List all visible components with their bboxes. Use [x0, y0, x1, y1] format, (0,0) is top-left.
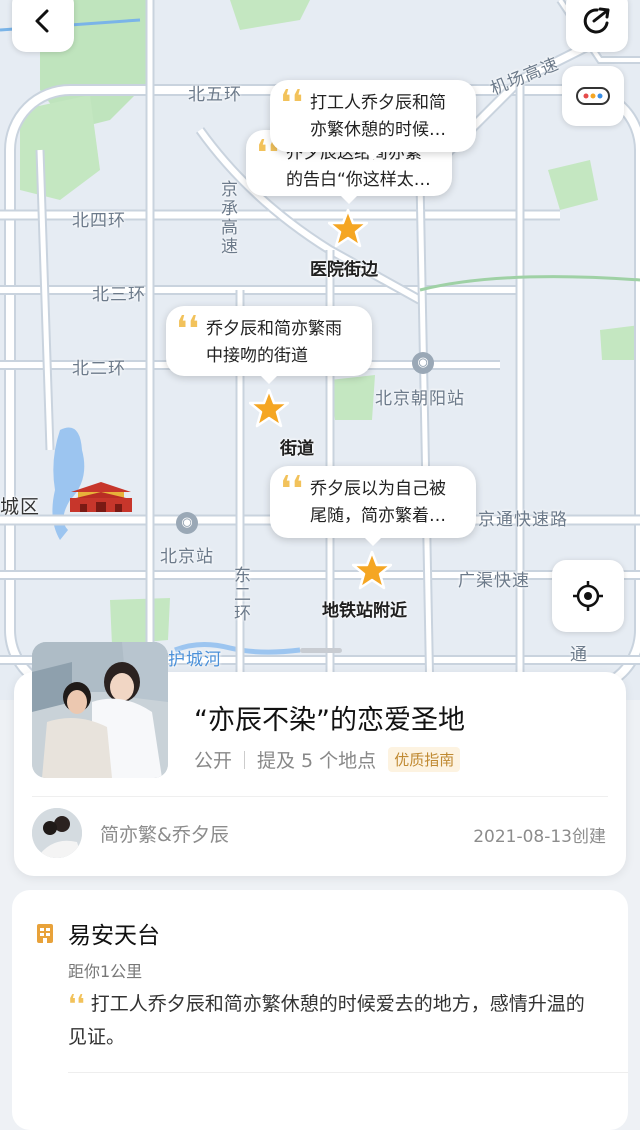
- back-button[interactable]: [12, 0, 74, 52]
- place-divider: [68, 1072, 628, 1073]
- quality-badge: 优质指南: [388, 747, 461, 772]
- poi-bubble-text: 打工人乔夕辰和简亦繁休憩的时候…: [310, 93, 446, 140]
- poi-bubble-text: 乔夕辰以为自己被尾随，简亦繁着…: [310, 479, 446, 526]
- guide-card[interactable]: “亦辰不染”的恋爱圣地 公开 提及 5 个地点 优质指南 简亦繁&乔夕辰 202…: [14, 642, 626, 876]
- place-description-block: ❛❛ 打工人乔夕辰和简亦繁休憩的时候爱去的地方，感情升温的见证。: [68, 988, 598, 1053]
- drag-handle[interactable]: [300, 648, 342, 653]
- guide-meta: 公开 提及 5 个地点 优质指南: [194, 746, 461, 773]
- map-label-north2: 北二环: [72, 359, 126, 379]
- quote-icon: ❛❛: [176, 309, 200, 350]
- locate-button[interactable]: [552, 560, 624, 632]
- meta-separator: [244, 750, 246, 769]
- map-label-north5: 北五环: [188, 85, 242, 105]
- guide-visibility: 公开: [194, 750, 233, 772]
- poi-bubble-subway[interactable]: ❛❛ 乔夕辰以为自己被尾随，简亦繁着…: [270, 466, 476, 546]
- place-description: 打工人乔夕辰和简亦繁休憩的时候爱去的地方，感情升温的见证。: [68, 993, 585, 1048]
- poi-name-hospital: 医院街边: [310, 260, 378, 280]
- locate-icon: [573, 581, 603, 611]
- share-icon: [583, 7, 610, 34]
- poi-bubble-text: 乔夕辰和简亦繁雨中接吻的街道: [206, 319, 342, 366]
- map-label-moat: 护城河: [168, 650, 222, 670]
- guide-cover-image: [32, 642, 168, 778]
- poi-bubble-street[interactable]: ❛❛ 乔夕辰和简亦繁雨中接吻的街道: [166, 306, 372, 384]
- station-icon: ◉: [412, 352, 434, 374]
- map-label-north4: 北四环: [72, 211, 126, 231]
- poi-name-street: 街道: [280, 439, 314, 459]
- map-label-beijing-station: 北京站: [160, 547, 214, 567]
- map-label-jingcheng-expressway: 京承高速: [217, 180, 237, 256]
- quote-icon: ❛❛: [280, 83, 304, 124]
- quote-icon: ❛❛: [68, 990, 85, 1020]
- tiananmen-landmark-icon: [66, 480, 136, 514]
- more-dots-icon: [576, 87, 610, 105]
- card-divider: [32, 796, 608, 797]
- author-name[interactable]: 简亦繁&乔夕辰: [100, 820, 229, 847]
- poi-name-subway: 地铁站附近: [322, 601, 407, 621]
- map-label-guangqu-expressway: 广渠快速: [458, 571, 530, 591]
- poi-star-hospital-icon[interactable]: [328, 208, 368, 248]
- guide-title: “亦辰不染”的恋爱圣地: [194, 705, 465, 736]
- chevron-left-icon: [35, 9, 49, 33]
- poi-star-street-icon[interactable]: [249, 388, 289, 428]
- poi-bubble-yian[interactable]: ❛❛ 打工人乔夕辰和简亦繁休憩的时候…: [270, 80, 476, 160]
- station-icon: ◉: [176, 512, 198, 534]
- map-label-east2: 东二环: [230, 566, 250, 623]
- share-button[interactable]: [566, 0, 628, 52]
- map-label-tong: 通: [570, 645, 588, 665]
- map-label-district: 城区: [0, 496, 41, 518]
- author-avatar[interactable]: [32, 808, 82, 858]
- place-distance: 距你1公里: [68, 962, 143, 981]
- map-label-north3: 北三环: [92, 285, 146, 305]
- map-label-jingtong-expressway: 京通快速路: [478, 510, 568, 530]
- building-icon: [37, 924, 53, 943]
- quote-icon: ❛❛: [280, 469, 304, 510]
- map-label-chaoyang-station: 北京朝阳站: [375, 389, 465, 409]
- map-view[interactable]: 北五环 北四环 北三环 北二环 机场高速 京承高速 城区 北京站 北京朝阳站 京…: [0, 0, 640, 700]
- place-list-item[interactable]: 易安天台 距你1公里 ❛❛ 打工人乔夕辰和简亦繁休憩的时候爱去的地方，感情升温的见…: [12, 890, 628, 1130]
- place-name: 易安天台: [68, 923, 160, 949]
- poi-star-subway-icon[interactable]: [352, 550, 392, 590]
- more-button[interactable]: [562, 66, 624, 126]
- created-date: 2021-08-13创建: [473, 827, 606, 847]
- guide-mentions: 提及 5 个地点: [257, 750, 377, 772]
